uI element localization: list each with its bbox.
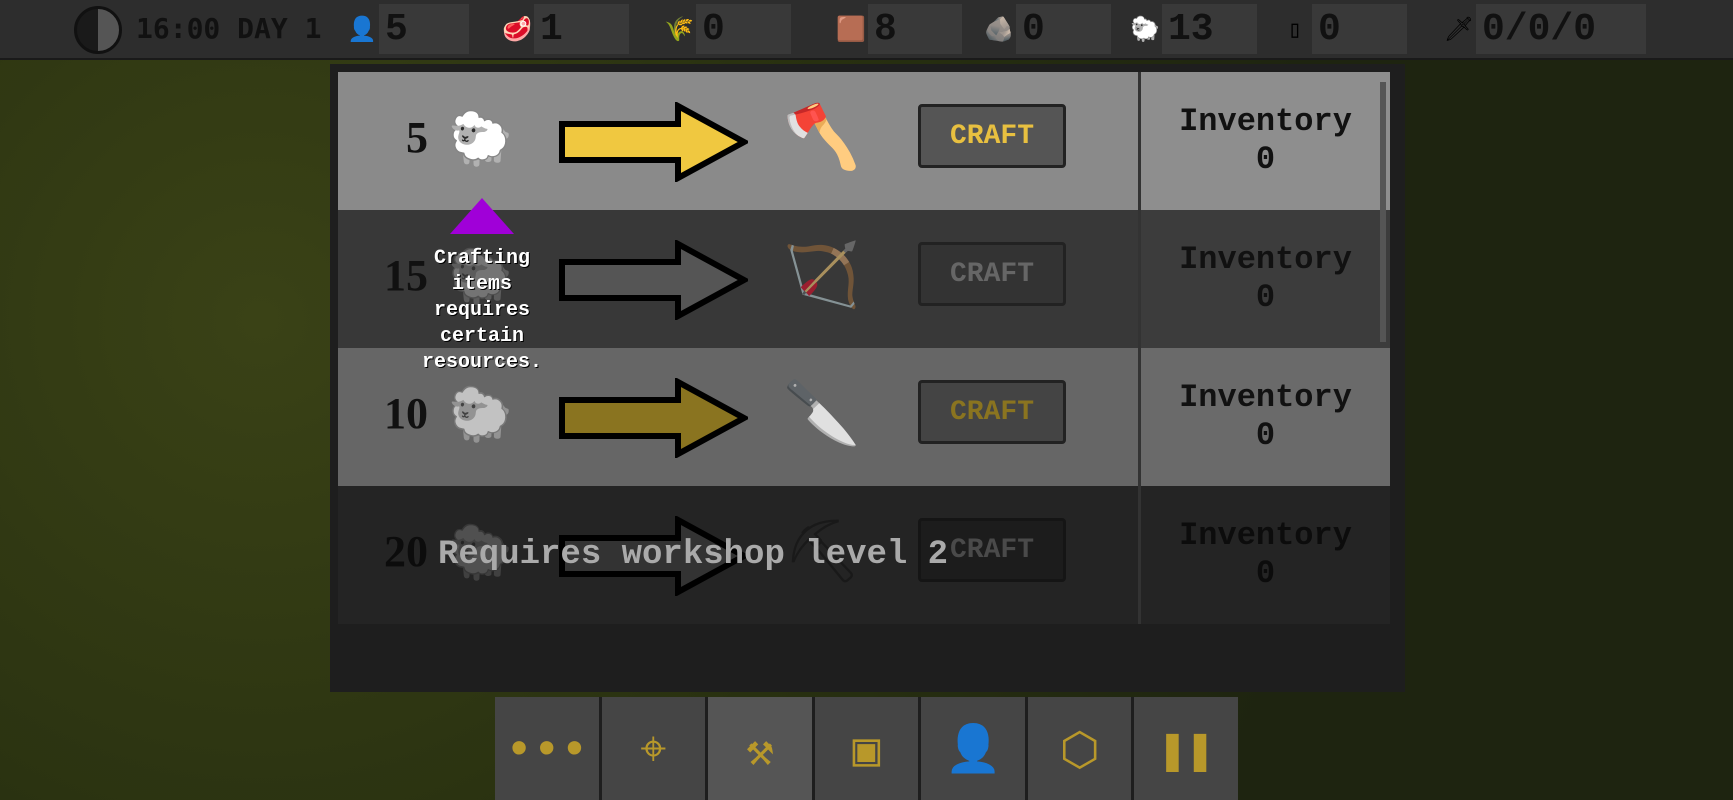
meat-icon: 🥩 xyxy=(502,15,532,43)
anvil-icon: ⚒ xyxy=(746,721,774,776)
inventory-pickaxe: Inventory 0 xyxy=(1138,486,1390,624)
tooltip: Crafting items requires certain resource… xyxy=(412,198,552,376)
locked-message: Requires workshop level 2 xyxy=(438,536,949,574)
more-button[interactable]: ••• xyxy=(495,697,599,800)
fur-icon: 🐑 xyxy=(448,385,513,445)
pause-button[interactable]: ❚❚ xyxy=(1134,697,1239,800)
axe-icon: 🪓 xyxy=(783,100,861,173)
inventory-knife: Inventory 0 xyxy=(1138,348,1390,486)
craft-button-bow[interactable]: CRAFT xyxy=(918,242,1066,306)
workshop-button[interactable]: ⚒ xyxy=(708,697,812,800)
arrow-icon xyxy=(559,378,748,458)
storage-button[interactable]: ▣ xyxy=(814,697,919,800)
bow-icon: 🏹 xyxy=(783,238,861,311)
time-day: 16:00 DAY 1 xyxy=(136,12,322,45)
recipe-row-axe: 5 🐑 🪓 CRAFT Inventory 0 xyxy=(338,72,1390,210)
wood-counter: 🟫 8 xyxy=(834,4,962,54)
network-icon: ⬡ xyxy=(1059,721,1100,776)
fur-icon: 🐑 xyxy=(448,109,513,169)
stone-counter: 🪨 0 xyxy=(982,4,1111,54)
people-button[interactable]: 👤 xyxy=(921,697,1025,800)
weapons-counter: 🗡 0/0/0 xyxy=(1442,4,1646,54)
craft-button-knife[interactable]: CRAFT xyxy=(918,380,1066,444)
iron-bar-icon: ▯ xyxy=(1287,15,1303,43)
grain-icon: 🌾 xyxy=(664,15,694,43)
crafting-panel: 5 🐑 🪓 CRAFT Inventory 0 15 🐑 🏹 CRAFT Inve… xyxy=(330,64,1405,692)
weapons-icon: 🗡 xyxy=(1443,15,1475,43)
craft-button-axe[interactable]: CRAFT xyxy=(918,104,1066,168)
person-icon: 👤 xyxy=(347,15,377,43)
more-icon: ••• xyxy=(505,721,589,776)
grain-counter: 🌾 0 xyxy=(662,4,791,54)
tooltip-arrow-icon xyxy=(450,198,514,234)
fur-counter: 🐑 13 xyxy=(1128,4,1257,54)
knife-icon: 🔪 xyxy=(783,376,861,449)
tech-tree-button[interactable]: ⬡ xyxy=(1027,697,1132,800)
iron-counter: ▯ 0 xyxy=(1278,4,1407,54)
inventory-axe: Inventory 0 xyxy=(1138,72,1390,210)
inventory-bow: Inventory 0 xyxy=(1138,210,1390,348)
arrow-icon xyxy=(559,102,748,182)
crate-icon: ▣ xyxy=(852,721,881,776)
target-button[interactable]: ⌖ xyxy=(601,697,706,800)
wood-icon: 🟫 xyxy=(836,15,866,43)
fur-icon: 🐑 xyxy=(1130,15,1160,43)
person-icon: 👤 xyxy=(944,721,1002,775)
population-counter: 👤 5 xyxy=(345,4,469,54)
scrollbar[interactable] xyxy=(1380,82,1386,342)
meat-counter: 🥩 1 xyxy=(500,4,629,54)
arrow-icon xyxy=(559,240,748,320)
pause-icon: ❚❚ xyxy=(1158,721,1214,776)
stone-icon: 🪨 xyxy=(984,15,1014,43)
resource-bar: 16:00 DAY 1 👤 5 🥩 1 🌾 0 🟫 8 🪨 0 🐑 13 ▯ 0 🗡 0/0/0 xyxy=(0,0,1733,60)
target-icon: ⌖ xyxy=(640,720,667,775)
bottom-toolbar: ••• ⌖ ⚒ ▣ 👤 ⬡ ❚❚ xyxy=(495,697,1239,800)
clock-icon xyxy=(74,6,122,54)
